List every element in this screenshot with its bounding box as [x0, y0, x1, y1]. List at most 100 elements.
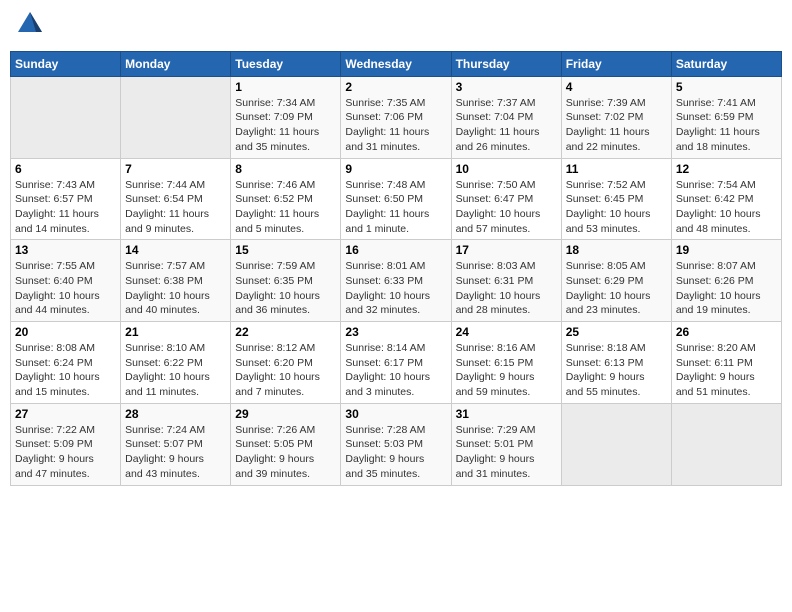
- day-info: Sunrise: 7:26 AM Sunset: 5:05 PM Dayligh…: [235, 423, 336, 482]
- day-number: 14: [125, 243, 226, 257]
- weekday-tuesday: Tuesday: [231, 51, 341, 76]
- day-info: Sunrise: 7:59 AM Sunset: 6:35 PM Dayligh…: [235, 259, 336, 318]
- day-number: 21: [125, 325, 226, 339]
- calendar-cell: 23 Sunrise: 8:14 AM Sunset: 6:17 PM Dayli…: [341, 322, 451, 404]
- calendar-cell: 25 Sunrise: 8:18 AM Sunset: 6:13 PM Dayli…: [561, 322, 671, 404]
- day-info: Sunrise: 7:39 AM Sunset: 7:02 PM Dayligh…: [566, 96, 667, 155]
- weekday-saturday: Saturday: [671, 51, 781, 76]
- day-number: 7: [125, 162, 226, 176]
- calendar-cell: [671, 403, 781, 485]
- calendar-cell: 30Sunrise: 7:28 AM Sunset: 5:03 PM Dayli…: [341, 403, 451, 485]
- calendar-cell: 2Sunrise: 7:35 AM Sunset: 7:06 PM Daylig…: [341, 76, 451, 158]
- day-info: Sunrise: 7:57 AM Sunset: 6:38 PM Dayligh…: [125, 259, 226, 318]
- calendar-cell: 9Sunrise: 7:48 AM Sunset: 6:50 PM Daylig…: [341, 158, 451, 240]
- week-row: 13 Sunrise: 7:55 AM Sunset: 6:40 PM Dayli…: [11, 240, 782, 322]
- day-info: Sunrise: 7:34 AM Sunset: 7:09 PM Dayligh…: [235, 96, 336, 155]
- week-row: 27 Sunrise: 7:22 AM Sunset: 5:09 PM Dayli…: [11, 403, 782, 485]
- day-number: 9: [345, 162, 446, 176]
- day-info: Sunrise: 8:08 AM Sunset: 6:24 PM Dayligh…: [15, 341, 116, 400]
- calendar-cell: 31 Sunrise: 7:29 AM Sunset: 5:01 PM Dayli…: [451, 403, 561, 485]
- day-info: Sunrise: 8:16 AM Sunset: 6:15 PM Dayligh…: [456, 341, 557, 400]
- day-info: Sunrise: 7:44 AM Sunset: 6:54 PM Dayligh…: [125, 178, 226, 237]
- calendar-cell: 3Sunrise: 7:37 AM Sunset: 7:04 PM Daylig…: [451, 76, 561, 158]
- week-row: 1 Sunrise: 7:34 AM Sunset: 7:09 PM Daylig…: [11, 76, 782, 158]
- day-number: 6: [15, 162, 116, 176]
- day-number: 20: [15, 325, 116, 339]
- day-info: Sunrise: 7:28 AM Sunset: 5:03 PM Dayligh…: [345, 423, 446, 482]
- calendar-cell: 16 Sunrise: 8:01 AM Sunset: 6:33 PM Dayli…: [341, 240, 451, 322]
- calendar-cell: 22 Sunrise: 8:12 AM Sunset: 6:20 PM Dayli…: [231, 322, 341, 404]
- calendar-cell: 12Sunrise: 7:54 AM Sunset: 6:42 PM Dayli…: [671, 158, 781, 240]
- calendar-cell: [11, 76, 121, 158]
- calendar-cell: 28 Sunrise: 7:24 AM Sunset: 5:07 PM Dayli…: [121, 403, 231, 485]
- day-info: Sunrise: 7:29 AM Sunset: 5:01 PM Dayligh…: [456, 423, 557, 482]
- calendar-cell: 1 Sunrise: 7:34 AM Sunset: 7:09 PM Daylig…: [231, 76, 341, 158]
- day-info: Sunrise: 7:50 AM Sunset: 6:47 PM Dayligh…: [456, 178, 557, 237]
- day-number: 18: [566, 243, 667, 257]
- day-number: 24: [456, 325, 557, 339]
- day-number: 19: [676, 243, 777, 257]
- day-info: Sunrise: 7:43 AM Sunset: 6:57 PM Dayligh…: [15, 178, 116, 237]
- day-number: 26: [676, 325, 777, 339]
- day-number: 17: [456, 243, 557, 257]
- calendar-cell: 15Sunrise: 7:59 AM Sunset: 6:35 PM Dayli…: [231, 240, 341, 322]
- day-info: Sunrise: 8:10 AM Sunset: 6:22 PM Dayligh…: [125, 341, 226, 400]
- weekday-sunday: Sunday: [11, 51, 121, 76]
- day-number: 13: [15, 243, 116, 257]
- day-info: Sunrise: 8:01 AM Sunset: 6:33 PM Dayligh…: [345, 259, 446, 318]
- day-info: Sunrise: 8:18 AM Sunset: 6:13 PM Dayligh…: [566, 341, 667, 400]
- logo-icon: [16, 10, 44, 38]
- day-info: Sunrise: 8:12 AM Sunset: 6:20 PM Dayligh…: [235, 341, 336, 400]
- calendar-cell: 21 Sunrise: 8:10 AM Sunset: 6:22 PM Dayli…: [121, 322, 231, 404]
- weekday-row: SundayMondayTuesdayWednesdayThursdayFrid…: [11, 51, 782, 76]
- day-number: 23: [345, 325, 446, 339]
- calendar-cell: 6 Sunrise: 7:43 AM Sunset: 6:57 PM Daylig…: [11, 158, 121, 240]
- day-number: 27: [15, 407, 116, 421]
- day-number: 29: [235, 407, 336, 421]
- calendar-cell: 5Sunrise: 7:41 AM Sunset: 6:59 PM Daylig…: [671, 76, 781, 158]
- weekday-wednesday: Wednesday: [341, 51, 451, 76]
- calendar-cell: 13 Sunrise: 7:55 AM Sunset: 6:40 PM Dayli…: [11, 240, 121, 322]
- day-number: 10: [456, 162, 557, 176]
- calendar-cell: 10 Sunrise: 7:50 AM Sunset: 6:47 PM Dayli…: [451, 158, 561, 240]
- page-header: [10, 10, 782, 43]
- day-number: 4: [566, 80, 667, 94]
- day-number: 31: [456, 407, 557, 421]
- day-info: Sunrise: 7:24 AM Sunset: 5:07 PM Dayligh…: [125, 423, 226, 482]
- day-number: 25: [566, 325, 667, 339]
- calendar-cell: 8Sunrise: 7:46 AM Sunset: 6:52 PM Daylig…: [231, 158, 341, 240]
- day-info: Sunrise: 7:55 AM Sunset: 6:40 PM Dayligh…: [15, 259, 116, 318]
- calendar-cell: 27 Sunrise: 7:22 AM Sunset: 5:09 PM Dayli…: [11, 403, 121, 485]
- day-number: 16: [345, 243, 446, 257]
- calendar-cell: [561, 403, 671, 485]
- day-info: Sunrise: 8:14 AM Sunset: 6:17 PM Dayligh…: [345, 341, 446, 400]
- week-row: 20 Sunrise: 8:08 AM Sunset: 6:24 PM Dayli…: [11, 322, 782, 404]
- calendar-cell: 14 Sunrise: 7:57 AM Sunset: 6:38 PM Dayli…: [121, 240, 231, 322]
- day-info: Sunrise: 7:22 AM Sunset: 5:09 PM Dayligh…: [15, 423, 116, 482]
- weekday-monday: Monday: [121, 51, 231, 76]
- day-number: 1: [235, 80, 336, 94]
- day-number: 2: [345, 80, 446, 94]
- day-number: 5: [676, 80, 777, 94]
- calendar-cell: 11Sunrise: 7:52 AM Sunset: 6:45 PM Dayli…: [561, 158, 671, 240]
- day-info: Sunrise: 8:07 AM Sunset: 6:26 PM Dayligh…: [676, 259, 777, 318]
- calendar-cell: 18 Sunrise: 8:05 AM Sunset: 6:29 PM Dayli…: [561, 240, 671, 322]
- calendar-cell: [121, 76, 231, 158]
- day-number: 28: [125, 407, 226, 421]
- calendar-table: SundayMondayTuesdayWednesdayThursdayFrid…: [10, 51, 782, 486]
- day-info: Sunrise: 7:54 AM Sunset: 6:42 PM Dayligh…: [676, 178, 777, 237]
- calendar-body: 1 Sunrise: 7:34 AM Sunset: 7:09 PM Daylig…: [11, 76, 782, 485]
- calendar-cell: 19 Sunrise: 8:07 AM Sunset: 6:26 PM Dayli…: [671, 240, 781, 322]
- day-info: Sunrise: 7:37 AM Sunset: 7:04 PM Dayligh…: [456, 96, 557, 155]
- logo: [14, 10, 44, 43]
- day-info: Sunrise: 7:46 AM Sunset: 6:52 PM Dayligh…: [235, 178, 336, 237]
- day-info: Sunrise: 8:05 AM Sunset: 6:29 PM Dayligh…: [566, 259, 667, 318]
- calendar-cell: 17Sunrise: 8:03 AM Sunset: 6:31 PM Dayli…: [451, 240, 561, 322]
- calendar-cell: 29 Sunrise: 7:26 AM Sunset: 5:05 PM Dayli…: [231, 403, 341, 485]
- day-info: Sunrise: 7:52 AM Sunset: 6:45 PM Dayligh…: [566, 178, 667, 237]
- calendar-cell: 20 Sunrise: 8:08 AM Sunset: 6:24 PM Dayli…: [11, 322, 121, 404]
- weekday-thursday: Thursday: [451, 51, 561, 76]
- calendar-header: SundayMondayTuesdayWednesdayThursdayFrid…: [11, 51, 782, 76]
- week-row: 6 Sunrise: 7:43 AM Sunset: 6:57 PM Daylig…: [11, 158, 782, 240]
- day-number: 22: [235, 325, 336, 339]
